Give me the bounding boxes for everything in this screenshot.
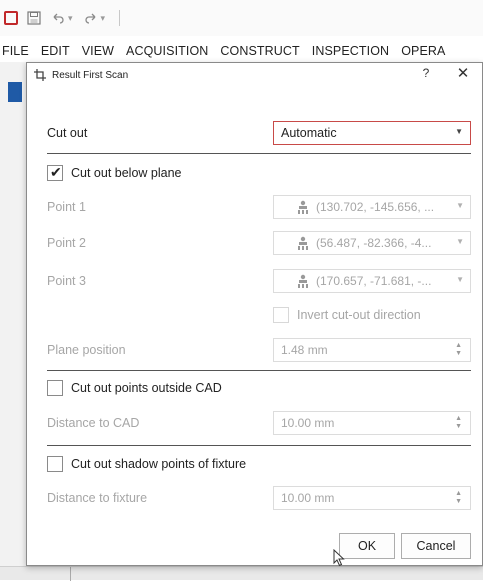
result-first-scan-dialog: Result First Scan ? ✕ Cut out Automatic … [26,62,483,566]
point-3-value: (170.657, -71.681, -... [316,274,432,288]
distance-cad-value: 10.00 mm [281,416,335,430]
chevron-down-icon: ▼ [455,127,463,136]
point-2-select[interactable]: (56.487, -82.366, -4... ▼ [273,231,471,255]
cut-outside-cad-label: Cut out points outside CAD [71,381,222,395]
distance-cad-label: Distance to CAD [47,416,140,430]
cut-below-plane-label: Cut out below plane [71,166,182,180]
spinner-arrows-icon[interactable]: ▲ ▼ [455,415,462,431]
probe-icon [298,274,308,288]
save-icon[interactable] [26,10,42,26]
mouse-pointer-icon [333,549,345,567]
point-3-label: Point 3 [47,274,86,288]
cut-out-label: Cut out [47,126,88,140]
redo-dropdown-icon[interactable]: ▾ [101,13,106,24]
status-bar [0,566,483,581]
dialog-title: Result First Scan [52,69,129,81]
cut-shadow-checkbox[interactable] [47,456,63,472]
plane-position-label: Plane position [47,343,126,357]
point-1-select[interactable]: (130.702, -145.656, ... ▼ [273,195,471,219]
distance-fixture-value: 10.00 mm [281,491,335,505]
menu-construct[interactable]: CONSTRUCT [220,44,299,58]
cut-below-plane-checkbox[interactable]: ✔ [47,164,63,181]
menu-file[interactable]: FILE [2,44,29,58]
menu-bar: FILE EDIT VIEW ACQUISITION CONSTRUCT INS… [0,40,483,62]
help-button[interactable]: ? [419,66,433,80]
chevron-down-icon: ▼ [456,275,464,284]
menu-operations[interactable]: OPERA [401,44,445,58]
invert-direction-checkbox[interactable] [273,307,289,323]
ok-button[interactable]: OK [339,533,395,559]
distance-fixture-label: Distance to fixture [47,491,148,505]
quick-access-toolbar: ▾ ▾ [0,0,483,36]
probe-icon [298,200,308,214]
toolbar-separator [119,10,121,26]
plane-position-value: 1.48 mm [281,343,328,357]
point-3-select[interactable]: (170.657, -71.681, -... ▼ [273,269,471,293]
point-1-value: (130.702, -145.656, ... [316,200,435,214]
invert-direction-label: Invert cut-out direction [297,308,421,322]
cancel-button[interactable]: Cancel [401,533,471,559]
close-button[interactable]: ✕ [455,64,471,82]
point-2-label: Point 2 [47,236,86,250]
plane-position-input[interactable]: 1.48 mm ▲ ▼ [273,338,471,362]
undo-dropdown-icon[interactable]: ▾ [68,13,73,24]
redo-icon[interactable] [83,10,99,26]
menu-view[interactable]: VIEW [82,44,114,58]
point-2-value: (56.487, -82.366, -4... [316,236,432,250]
chevron-down-icon: ▼ [456,237,464,246]
menu-inspection[interactable]: INSPECTION [312,44,389,58]
distance-fixture-input[interactable]: 10.00 mm ▲ ▼ [273,486,471,510]
cut-outside-cad-checkbox[interactable] [47,380,63,396]
section-divider [47,153,471,154]
crop-icon [33,68,47,82]
panel-tab-indicator[interactable] [8,82,22,102]
checkmark-icon: ✔ [50,164,62,180]
dialog-titlebar: Result First Scan ? ✕ [27,63,482,87]
section-divider [47,445,471,446]
undo-icon[interactable] [50,10,66,26]
cut-shadow-label: Cut out shadow points of fixture [71,457,247,471]
cut-out-value: Automatic [281,126,337,140]
chevron-down-icon: ▼ [456,201,464,210]
probe-icon [298,236,308,250]
section-divider [47,370,471,371]
distance-cad-input[interactable]: 10.00 mm ▲ ▼ [273,411,471,435]
search-icon[interactable] [4,11,18,25]
menu-acquisition[interactable]: ACQUISITION [126,44,208,58]
menu-edit[interactable]: EDIT [41,44,70,58]
point-1-label: Point 1 [47,200,86,214]
spinner-arrows-icon[interactable]: ▲ ▼ [455,342,462,358]
spinner-arrows-icon[interactable]: ▲ ▼ [455,490,462,506]
cut-out-select[interactable]: Automatic ▼ [273,121,471,145]
application-window: ▾ ▾ FILE EDIT VIEW ACQUISITION CONSTRUCT… [0,0,483,581]
